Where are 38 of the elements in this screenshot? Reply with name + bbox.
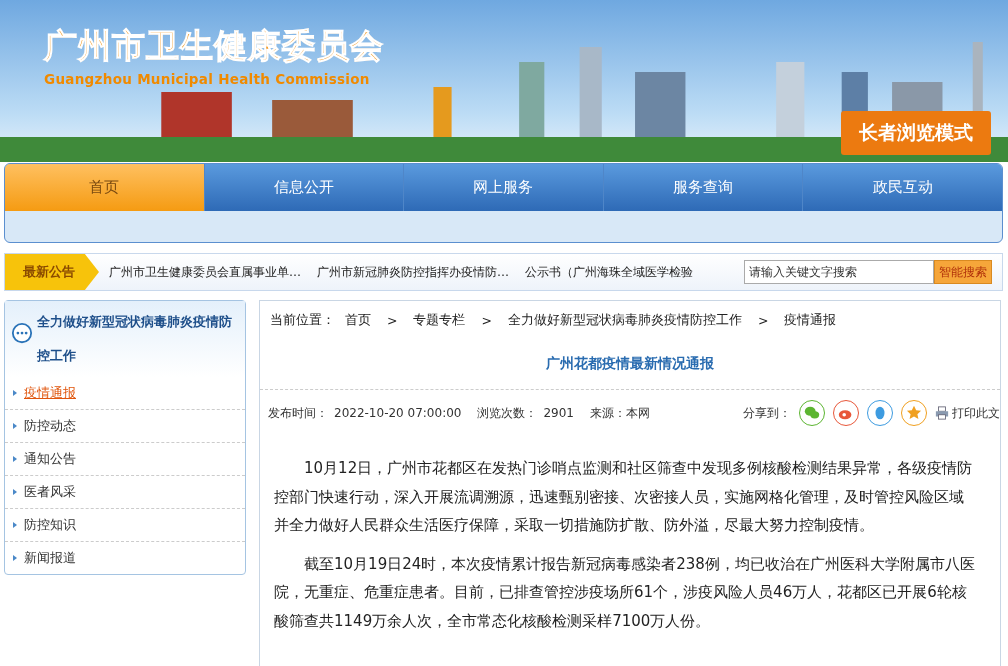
nav-tab[interactable]: 网上服务 [403, 164, 603, 211]
publish-time: 2022-10-20 07:00:00 [334, 406, 462, 420]
breadcrumb-label: 当前位置： [270, 311, 335, 329]
notice-link[interactable]: 广州市卫生健康委员会直属事业单… [109, 263, 301, 281]
article-paragraph: 10月12日，广州市花都区在发热门诊哨点监测和社区筛查中发现多例核酸检测结果异常，各级疫情防控部门快速行动，深入开展流调溯源，迅速甄别密接、次密接人员，实施网格化管理，及时管控风险区域并全力做好人民群众生活医疗保障，采取一切措施防扩散、防外溢，尽最大努力控制疫情。 [274, 458, 974, 536]
site-subtitle: Guangzhou Municipal Health Commission [44, 71, 371, 87]
nav-tab[interactable]: 服务查询 [602, 164, 803, 211]
breadcrumb-link[interactable]: 全力做好新型冠状病毒肺炎疫情防控工作 [507, 311, 742, 329]
notice-link[interactable]: 广州市新冠肺炎防控指挥办疫情防… [317, 263, 509, 281]
publish-time-label: 发布时间： [268, 404, 328, 422]
breadcrumb-link[interactable]: 疫情通报 [784, 311, 837, 329]
breadcrumb-separator: > [757, 312, 769, 328]
views-label: 浏览次数： [477, 404, 538, 422]
nav-tab[interactable]: 政民互动 [802, 164, 1002, 211]
nav-tab[interactable]: 首页 [5, 164, 204, 211]
site-title: 广州市卫生健康委员会 [44, 25, 384, 67]
search-field[interactable]: 请输入关键文字搜索 [744, 260, 934, 284]
breadcrumb-link[interactable]: 专题专栏 [413, 311, 466, 329]
views-count: 2901 [543, 406, 574, 420]
sidebar-item[interactable]: 防控知识 [5, 508, 245, 541]
sidebar-item[interactable]: 通知公告 [5, 442, 245, 475]
sidebar-item[interactable]: 疫情通报 [5, 377, 245, 409]
nav-tab[interactable]: 信息公开 [203, 164, 404, 211]
article-paragraph: 截至10月19日24时，本次疫情累计报告新冠病毒感染者238例，均已收治在广州医科大学附属市八医院，无重症、危重症患者。目前，已排查管控涉疫场所61个，涉疫风险人员46万人，花都区已开展6轮核酸筛查共1149万余人次，全市常态化核酸检测采样7100万人份。 [274, 553, 976, 632]
print-link[interactable]: 打印此文 [952, 404, 1000, 422]
breadcrumb-separator: > [481, 312, 492, 328]
sidebar-item[interactable]: 新闻报道 [5, 541, 245, 574]
share-label: 分享到： [743, 404, 791, 422]
sidebar-item[interactable]: 医者风采 [5, 475, 245, 508]
breadcrumb-link[interactable]: 首页 [345, 311, 371, 329]
sidebar-item[interactable]: 防控动态 [5, 409, 245, 442]
sidebar-title: 全力做好新型冠状病毒肺炎疫情防控工作 [37, 313, 233, 365]
source-value: 本网 [626, 404, 650, 422]
breadcrumb-separator: > [387, 312, 398, 328]
article-title: 广州花都疫情最新情况通报 [260, 339, 1000, 390]
notice-link[interactable]: 公示书（广州海珠全域医学检验 [525, 263, 693, 281]
notice-label: 最新公告 [5, 254, 99, 290]
source-label: 来源： [590, 404, 626, 422]
